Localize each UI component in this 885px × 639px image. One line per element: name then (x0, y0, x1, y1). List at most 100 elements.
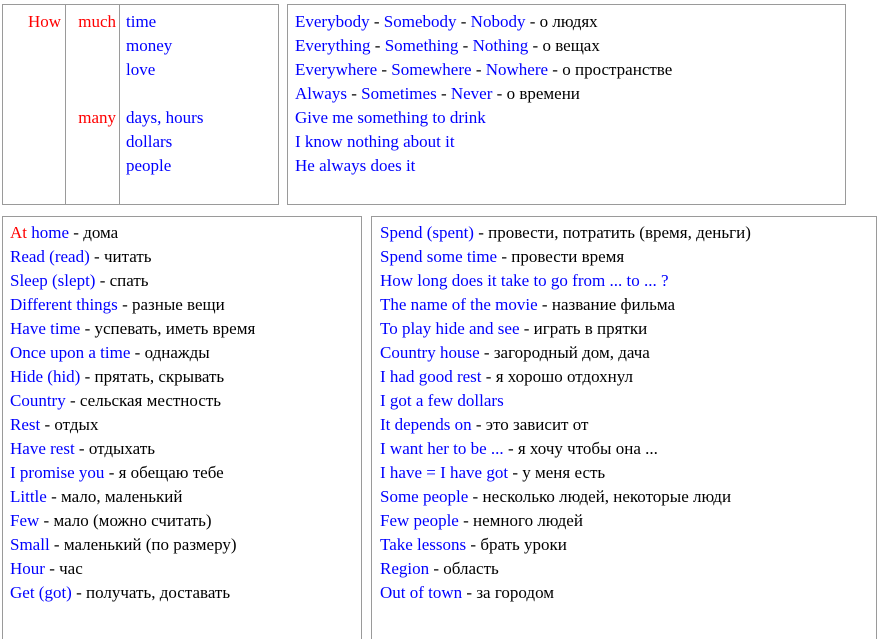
dash-separator: - (541, 295, 548, 314)
vocab-term: I had good rest (380, 367, 482, 386)
pronoun-note: о времени (506, 84, 580, 103)
vocab-term: Out of town (380, 583, 463, 602)
vocab-entry: Small - маленький (по размеру) (10, 533, 356, 557)
vocab-entry: Have time - успевать, иметь время (10, 317, 356, 341)
dash-separator: - (122, 295, 128, 314)
indefinite-pronoun-table: Everybody - Somebody - Nobody - о людях … (287, 4, 846, 205)
pronoun-word: Nothing (472, 36, 529, 55)
dash-separator: - (73, 223, 79, 242)
vocab-term: To play hide and see (380, 319, 520, 338)
vocab-translation: спать (109, 271, 149, 290)
vocab-term: How long does it take to go from ... to … (380, 271, 669, 290)
vocab-translation: я обещаю тебе (118, 463, 224, 482)
vocab-entry: I promise you - я обещаю тебе (10, 461, 356, 485)
example-sentence: He always does it (295, 156, 416, 175)
pronoun-word: Nowhere (485, 60, 549, 79)
vocab-entry: Read (read) - читать (10, 245, 356, 269)
vocab-entry: The name of the movie - название фильма (380, 293, 871, 317)
dash-separator: - (466, 583, 473, 602)
dash-separator: - (440, 84, 447, 103)
pronoun-word: Nobody (470, 12, 526, 31)
dash-separator: - (501, 247, 508, 266)
dash-separator: - (475, 415, 482, 434)
vocab-term: The name of the movie (380, 295, 538, 314)
dash-separator: - (351, 84, 357, 103)
vocab-entry: Country house - загородный дом, дача (380, 341, 871, 365)
quantifier-noun-column: time money love days, hours dollars peop… (119, 5, 278, 204)
vocab-translation: провести, потратить (время, деньги) (488, 223, 751, 242)
vocabulary-left-body: At home - дома Read (read) - читать Slee… (3, 217, 361, 609)
vocab-term: I promise you (10, 463, 105, 482)
question-word: How (27, 12, 61, 31)
vocab-term: Have time (10, 319, 81, 338)
dash-separator: - (381, 60, 388, 79)
dash-separator: - (532, 36, 539, 55)
vocab-translation: маленький (по размеру) (63, 535, 237, 554)
vocab-entry: Few people - немного людей (380, 509, 871, 533)
dash-separator: - (374, 36, 381, 55)
quantifier-question-column: How (3, 5, 65, 204)
vocab-term: I have = I have got (380, 463, 509, 482)
pronoun-note: о пространстве (562, 60, 673, 79)
vocab-term: Hide (hid) (10, 367, 81, 386)
pronoun-row: Always - Sometimes - Never - о времени (295, 82, 839, 106)
dash-separator: - (69, 391, 76, 410)
vocab-translation: брать уроки (480, 535, 567, 554)
pronoun-word: Everything (295, 36, 371, 55)
pronoun-row: Everybody - Somebody - Nobody - о людях (295, 10, 839, 34)
vocabulary-right-body: Spend (spent) - провести, потратить (вре… (372, 217, 876, 609)
spacer-line-3 (72, 82, 116, 106)
dash-separator: - (43, 511, 50, 530)
quantifier-word-column: much many (65, 5, 119, 204)
vocab-term: Different things (10, 295, 118, 314)
vocab-term: Hour (10, 559, 45, 578)
example-sentence: I know nothing about it (295, 132, 455, 151)
spacer-line-1 (72, 34, 116, 58)
vocab-term: Few (10, 511, 40, 530)
dash-separator: - (485, 367, 492, 386)
vocab-entry: Different things - разные вещи (10, 293, 356, 317)
spacer-line-2 (72, 58, 116, 82)
vocab-term: Small (10, 535, 50, 554)
vocab-entry: To play hide and see - играть в прятки (380, 317, 871, 341)
dash-separator: - (84, 319, 91, 338)
noun-item: dollars (126, 132, 173, 151)
quantifier-table: How much many time money love days, hour… (2, 4, 279, 205)
dash-separator: - (470, 535, 477, 554)
dash-separator: - (94, 247, 100, 266)
vocab-entry: I want her to be ... - я хочу чтобы она … (380, 437, 871, 461)
pronoun-row: Everything - Something - Nothing - о вещ… (295, 34, 839, 58)
pronoun-word: Something (384, 36, 459, 55)
vocab-translation: получать, доставать (86, 583, 231, 602)
vocab-translation: мало, маленький (61, 487, 183, 506)
dash-separator: - (529, 12, 536, 31)
vocab-entry: It depends on - это зависит от (380, 413, 871, 437)
vocab-term: I want her to be ... (380, 439, 504, 458)
vocab-translation: прятать, скрывать (94, 367, 225, 386)
noun-item: time (126, 12, 157, 31)
dash-separator: - (108, 463, 115, 482)
vocab-translation: я хочу чтобы она ... (517, 439, 658, 458)
vocab-term: It depends on (380, 415, 472, 434)
pronoun-word: Everybody (295, 12, 370, 31)
vocab-translation: это зависит от (485, 415, 589, 434)
vocab-entry: Some people - несколько людей, некоторые… (380, 485, 871, 509)
vocab-term: home (31, 223, 70, 242)
dash-separator: - (483, 343, 490, 362)
vocab-entry: Once upon a time - однажды (10, 341, 356, 365)
vocab-entry: Hour - час (10, 557, 356, 581)
vocab-entry: Country - сельская местность (10, 389, 356, 413)
vocab-entry: Have rest - отдыхать (10, 437, 356, 461)
dash-separator: - (84, 367, 91, 386)
vocab-term: Once upon a time (10, 343, 131, 362)
vocab-translation: отдых (54, 415, 99, 434)
vocab-translation: немного людей (473, 511, 583, 530)
pronoun-word: Never (450, 84, 493, 103)
vocab-entry: Region - область (380, 557, 871, 581)
spacer-line-4 (126, 82, 274, 106)
dash-separator: - (99, 271, 106, 290)
vocab-term: Get (got) (10, 583, 72, 602)
dash-separator: - (49, 559, 55, 578)
vocab-entry: Little - мало, маленький (10, 485, 356, 509)
pronoun-note: о вещах (542, 36, 600, 55)
